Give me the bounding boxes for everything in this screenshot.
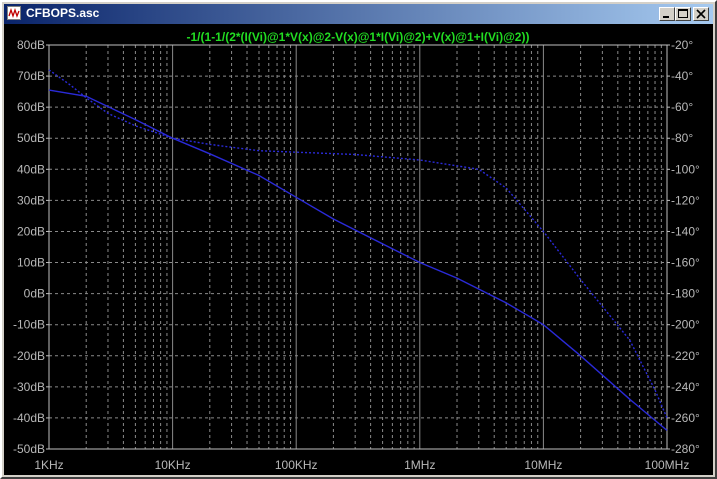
axis-labels: 80dB 70dB 60dB 50dB 40dB 30dB 20dB 10dB 0dB -10dB… [13, 38, 700, 472]
y-left-tick-label: -30dB [13, 380, 45, 394]
y-right-tick-label: -60° [671, 100, 693, 114]
close-button[interactable] [693, 7, 709, 21]
trace-expression-label[interactable]: -1/(1-1/(2*(I(Vi)@1*V(x)@2-V(x)@1*I(Vi)@… [187, 30, 530, 44]
x-tick-label: 1MHz [404, 458, 435, 472]
plot-grid [48, 44, 668, 450]
y-left-tick-label: 50dB [17, 131, 45, 145]
y-left-tick-label: 80dB [17, 38, 45, 52]
y-left-tick-label: 0dB [24, 287, 45, 301]
x-tick-label: 1KHz [34, 458, 63, 472]
app-window: CFBOPS.asc -1/(1-1/(2*(I(Vi)@1*V(x)@2-V(… [0, 0, 717, 479]
y-right-tick-label: -260° [671, 411, 700, 425]
y-right-tick-label: -240° [671, 380, 700, 394]
minimize-button[interactable] [659, 7, 675, 21]
waveform-plot[interactable]: -1/(1-1/(2*(I(Vi)@1*V(x)@2-V(x)@1*I(Vi)@… [4, 24, 713, 475]
magnitude-trace [48, 89, 668, 431]
title-bar[interactable]: CFBOPS.asc [4, 4, 713, 24]
y-right-tick-label: -200° [671, 318, 700, 332]
y-right-tick-label: -180° [671, 287, 700, 301]
y-right-tick-label: -120° [671, 193, 700, 207]
x-tick-label: 10KHz [155, 458, 191, 472]
bode-plot-chart[interactable]: -1/(1-1/(2*(I(Vi)@1*V(x)@2-V(x)@1*I(Vi)@… [4, 24, 713, 475]
x-tick-label: 10MHz [524, 458, 562, 472]
maximize-button[interactable] [675, 7, 691, 21]
y-right-tick-label: -100° [671, 162, 700, 176]
plot-frame [48, 44, 668, 450]
y-right-tick-label: -80° [671, 131, 693, 145]
x-tick-label: 100KHz [275, 458, 318, 472]
y-left-tick-label: 20dB [17, 224, 45, 238]
y-left-tick-label: 40dB [17, 162, 45, 176]
y-left-tick-label: -10dB [13, 318, 45, 332]
y-left-tick-label: -40dB [13, 411, 45, 425]
y-left-tick-label: 70dB [17, 69, 45, 83]
y-left-tick-label: -20dB [13, 349, 45, 363]
y-right-tick-label: -20° [671, 38, 693, 52]
y-left-tick-label: -50dB [13, 442, 45, 456]
y-right-tick-label: -280° [671, 442, 700, 456]
y-left-tick-label: 10dB [17, 256, 45, 270]
minimize-icon [663, 16, 669, 18]
y-right-tick-label: -140° [671, 224, 700, 238]
close-icon [696, 9, 706, 19]
plot-traces [48, 69, 668, 431]
x-tick-label: 100MHz [645, 458, 690, 472]
window-title: CFBOPS.asc [26, 6, 100, 20]
y-left-tick-label: 60dB [17, 100, 45, 114]
y-right-tick-label: -220° [671, 349, 700, 363]
maximize-icon [678, 9, 688, 18]
waveform-app-icon [7, 6, 21, 20]
y-right-tick-label: -40° [671, 69, 693, 83]
y-left-tick-label: 30dB [17, 193, 45, 207]
y-right-tick-label: -160° [671, 256, 700, 270]
